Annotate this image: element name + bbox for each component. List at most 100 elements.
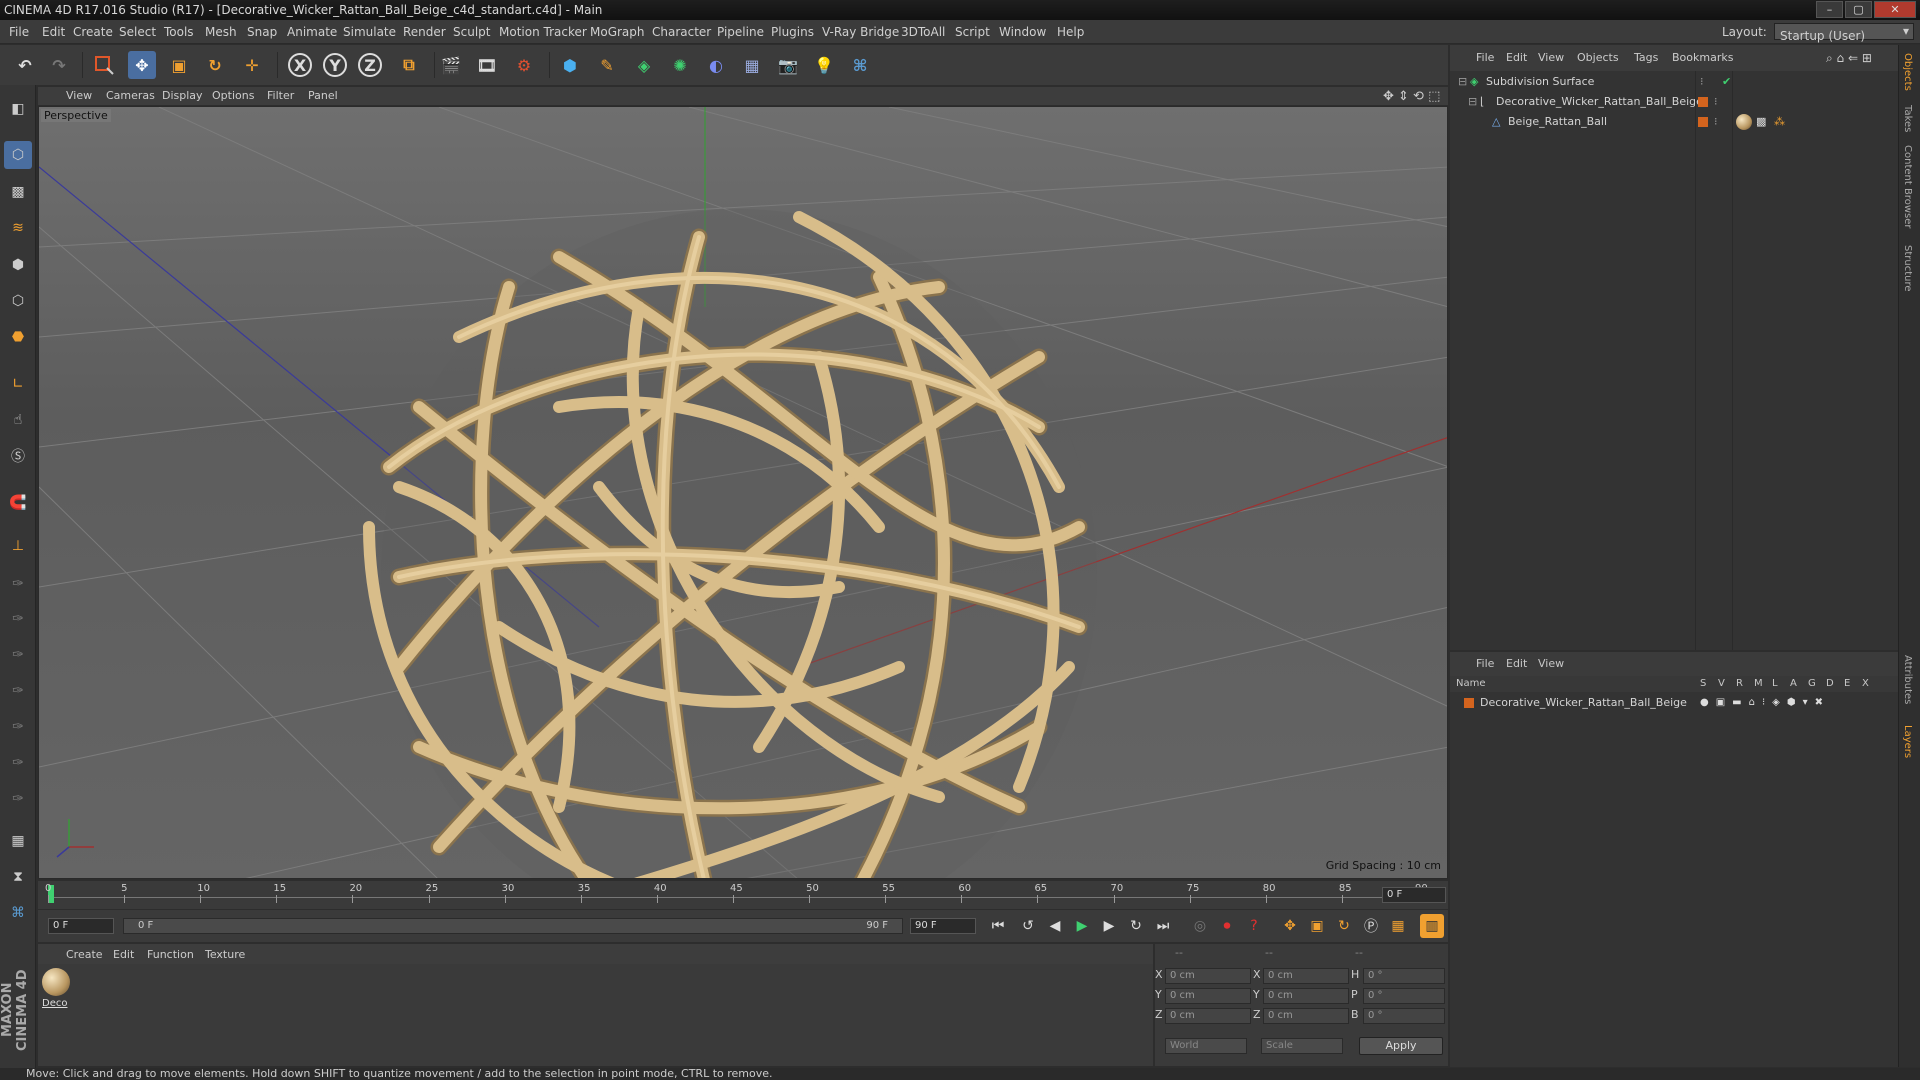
hair-icon[interactable]: ⧗	[4, 863, 32, 891]
brush-icon-2[interactable]: ✑	[4, 605, 32, 633]
play-icon[interactable]: ▶	[1070, 914, 1094, 938]
layer-color-swatch[interactable]	[1698, 117, 1708, 127]
coordinate-space-dropdown[interactable]: World	[1165, 1038, 1247, 1054]
brush-icon-5[interactable]: ✑	[4, 713, 32, 741]
visibility-dots[interactable]: ⁝	[1700, 72, 1704, 92]
layer-column-g[interactable]: G	[1808, 678, 1816, 689]
timeline-ruler[interactable]: 051015202530354045505560657075808590 0 F	[38, 881, 1448, 909]
layer-column-e[interactable]: E	[1844, 678, 1850, 689]
record-keys-icon[interactable]: ◎	[1188, 914, 1212, 938]
rotate-icon[interactable]: ↻	[201, 51, 229, 79]
key-parameter-icon[interactable]: Ⓟ	[1359, 914, 1383, 938]
menu-vray-bridge[interactable]: V-Ray Bridge	[822, 25, 899, 39]
layer-toggle-icons[interactable]: ●▣▬⌂⁝◈⬢▾✖	[1700, 693, 1830, 713]
menu-sculpt[interactable]: Sculpt	[453, 25, 490, 39]
viewport-menu-options[interactable]: Options	[212, 89, 254, 102]
brush-icon-6[interactable]: ✑	[4, 749, 32, 777]
scale-icon[interactable]: ▣	[165, 51, 193, 79]
previous-key-icon[interactable]: ↺	[1016, 914, 1040, 938]
menu-plugins[interactable]: Plugins	[771, 25, 814, 39]
tree-row-subdivision-surface[interactable]: ⊟ ◈ Subdivision Surface ⁝ ✔	[1450, 72, 1898, 92]
layer-menu-view[interactable]: View	[1538, 657, 1564, 670]
light-icon[interactable]: 💡	[810, 51, 838, 79]
workplane-icon[interactable]: ≋	[4, 214, 32, 242]
pos-z-field[interactable]: 0 cm	[1165, 1008, 1251, 1024]
brush-icon-7[interactable]: ✑	[4, 785, 32, 813]
viewport-menu-panel[interactable]: Panel	[308, 89, 338, 102]
menu-render[interactable]: Render	[403, 25, 446, 39]
perspective-viewport[interactable]: Perspective Grid Spacing: 10 cm	[38, 106, 1448, 879]
menu-mesh[interactable]: Mesh	[205, 25, 237, 39]
next-key-icon[interactable]: ↻	[1124, 914, 1148, 938]
edges-mode-icon[interactable]: ⬡	[4, 287, 32, 315]
layer-column-x[interactable]: X	[1862, 678, 1869, 689]
pos-y-field[interactable]: 0 cm	[1165, 988, 1251, 1004]
undo-icon[interactable]: ↶	[11, 51, 39, 79]
start-frame-field[interactable]: 0 F	[48, 918, 114, 934]
key-position-icon[interactable]: ✥	[1278, 914, 1302, 938]
key-scale-icon[interactable]: ▣	[1305, 914, 1329, 938]
menu-motion-tracker[interactable]: Motion Tracker	[499, 25, 587, 39]
menu-create[interactable]: Create	[73, 25, 113, 39]
layer-row[interactable]: Decorative_Wicker_Rattan_Ball_Beige ●▣▬⌂…	[1450, 693, 1898, 713]
layer-color-swatch[interactable]	[1464, 698, 1474, 708]
layout-dropdown[interactable]: Startup (User) ▾	[1774, 23, 1914, 43]
menu-snap[interactable]: Snap	[247, 25, 277, 39]
current-frame-field[interactable]: 0 F	[1382, 887, 1446, 903]
next-frame-icon[interactable]: ▶	[1097, 914, 1121, 938]
timeline-window-icon[interactable]: ▥	[1420, 914, 1444, 938]
y-axis-icon[interactable]: Y	[321, 51, 349, 79]
menu-mograph[interactable]: MoGraph	[590, 25, 645, 39]
object-menu-view[interactable]: View	[1538, 51, 1564, 64]
object-search-icon[interactable]: ⌕ ⌂ ⇐ ⊞	[1826, 51, 1872, 66]
apply-button[interactable]: Apply	[1359, 1037, 1443, 1055]
pos-x-field[interactable]: 0 cm	[1165, 968, 1251, 984]
menu-file[interactable]: File	[9, 25, 29, 39]
keyframe-selection-icon[interactable]: ?	[1242, 914, 1266, 938]
layer-menu-edit[interactable]: Edit	[1506, 657, 1527, 670]
layer-menu-file[interactable]: File	[1476, 657, 1494, 670]
locked-workplane-icon[interactable]: ⊥	[4, 532, 32, 560]
rot-h-field[interactable]: 0 °	[1363, 968, 1445, 984]
layer-column-m[interactable]: M	[1754, 678, 1763, 689]
snap-icon[interactable]: Ⓢ	[4, 442, 32, 470]
material-tag-icon[interactable]	[1736, 114, 1752, 130]
material-swatch[interactable]: Deco	[42, 968, 72, 1020]
uvw-tag-icon[interactable]: ▩	[1756, 112, 1766, 132]
python-icon[interactable]: ⌘	[846, 51, 874, 79]
brush-icon-1[interactable]: ✑	[4, 570, 32, 598]
menu-pipeline[interactable]: Pipeline	[717, 25, 764, 39]
material-menu-create[interactable]: Create	[66, 948, 103, 961]
menu-script[interactable]: Script	[955, 25, 990, 39]
model-mode-icon[interactable]: ⬡	[4, 141, 32, 169]
viewport-menu-filter[interactable]: Filter	[267, 89, 294, 102]
tree-row-beige-rattan-ball[interactable]: △ Beige_Rattan_Ball ⁝ ▩ ⁂	[1450, 112, 1898, 132]
frame-range-slider[interactable]: 0 F 90 F	[123, 918, 903, 934]
viewport-nav-icons[interactable]: ✥ ⇕ ⟲ ⬚	[1383, 89, 1440, 104]
texture-mode-icon[interactable]: ▩	[4, 178, 32, 206]
layer-column-r[interactable]: R	[1736, 678, 1743, 689]
key-rotation-icon[interactable]: ↻	[1332, 914, 1356, 938]
menu-simulate[interactable]: Simulate	[343, 25, 396, 39]
tab-structure[interactable]: Structure	[1902, 245, 1913, 292]
key-pla-icon[interactable]: ▦	[1386, 914, 1410, 938]
brush-icon-4[interactable]: ✑	[4, 677, 32, 705]
polygons-mode-icon[interactable]: ⬣	[4, 323, 32, 351]
layer-column-s[interactable]: S	[1700, 678, 1706, 689]
menu-3dtoall[interactable]: 3DToAll	[901, 25, 945, 39]
solo-icon[interactable]: ▦	[4, 827, 32, 855]
deformer-icon[interactable]: ◐	[702, 51, 730, 79]
tab-content-browser[interactable]: Content Browser	[1902, 145, 1913, 228]
object-menu-edit[interactable]: Edit	[1506, 51, 1527, 64]
camera-icon[interactable]: 📷	[774, 51, 802, 79]
points-mode-icon[interactable]: ⬢	[4, 251, 32, 279]
go-to-end-icon[interactable]: ⏭	[1151, 914, 1175, 938]
go-to-start-icon[interactable]: ⏮	[986, 914, 1010, 938]
phong-tag-icon[interactable]: ⁂	[1774, 112, 1785, 132]
transform-icon[interactable]: ✛	[238, 51, 266, 79]
render-picture-viewer-icon[interactable]: 🎞	[473, 51, 501, 79]
autokey-icon[interactable]: ⏺	[1215, 914, 1239, 938]
coordinate-mode-dropdown[interactable]: Scale	[1261, 1038, 1343, 1054]
axis-mode-icon[interactable]: ∟	[4, 370, 32, 398]
layer-column-a[interactable]: A	[1790, 678, 1797, 689]
